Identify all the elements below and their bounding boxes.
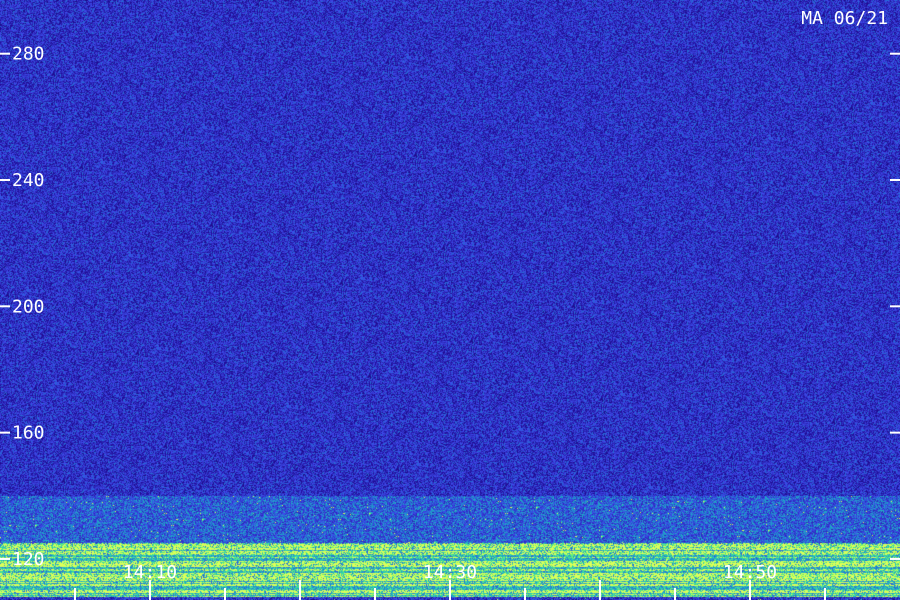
y-tick-label: 200 (12, 296, 45, 317)
x-tick-label: 14:30 (423, 562, 477, 583)
chart-overlay: 120 160 200 240 280 14:10 14:30 14:50 MA 06/21 (0, 8, 900, 600)
x-axis: 14:10 14:30 14:50 (74, 562, 826, 600)
y-tick-label: 280 (12, 44, 45, 65)
x-tick-label: 14:10 (123, 562, 177, 583)
y-tick-label: 240 (12, 170, 45, 191)
chart-title: MA 06/21 (801, 8, 888, 29)
y-tick-label: 160 (12, 423, 45, 444)
x-tick-label: 14:50 (723, 562, 777, 583)
spectrogram-chart: 120 160 200 240 280 14:10 14:30 14:50 MA 06/21 (0, 0, 900, 600)
y-axis-left: 120 160 200 240 280 (0, 44, 45, 570)
y-tick-label: 120 (12, 549, 45, 570)
y-axis-right (890, 52, 900, 560)
